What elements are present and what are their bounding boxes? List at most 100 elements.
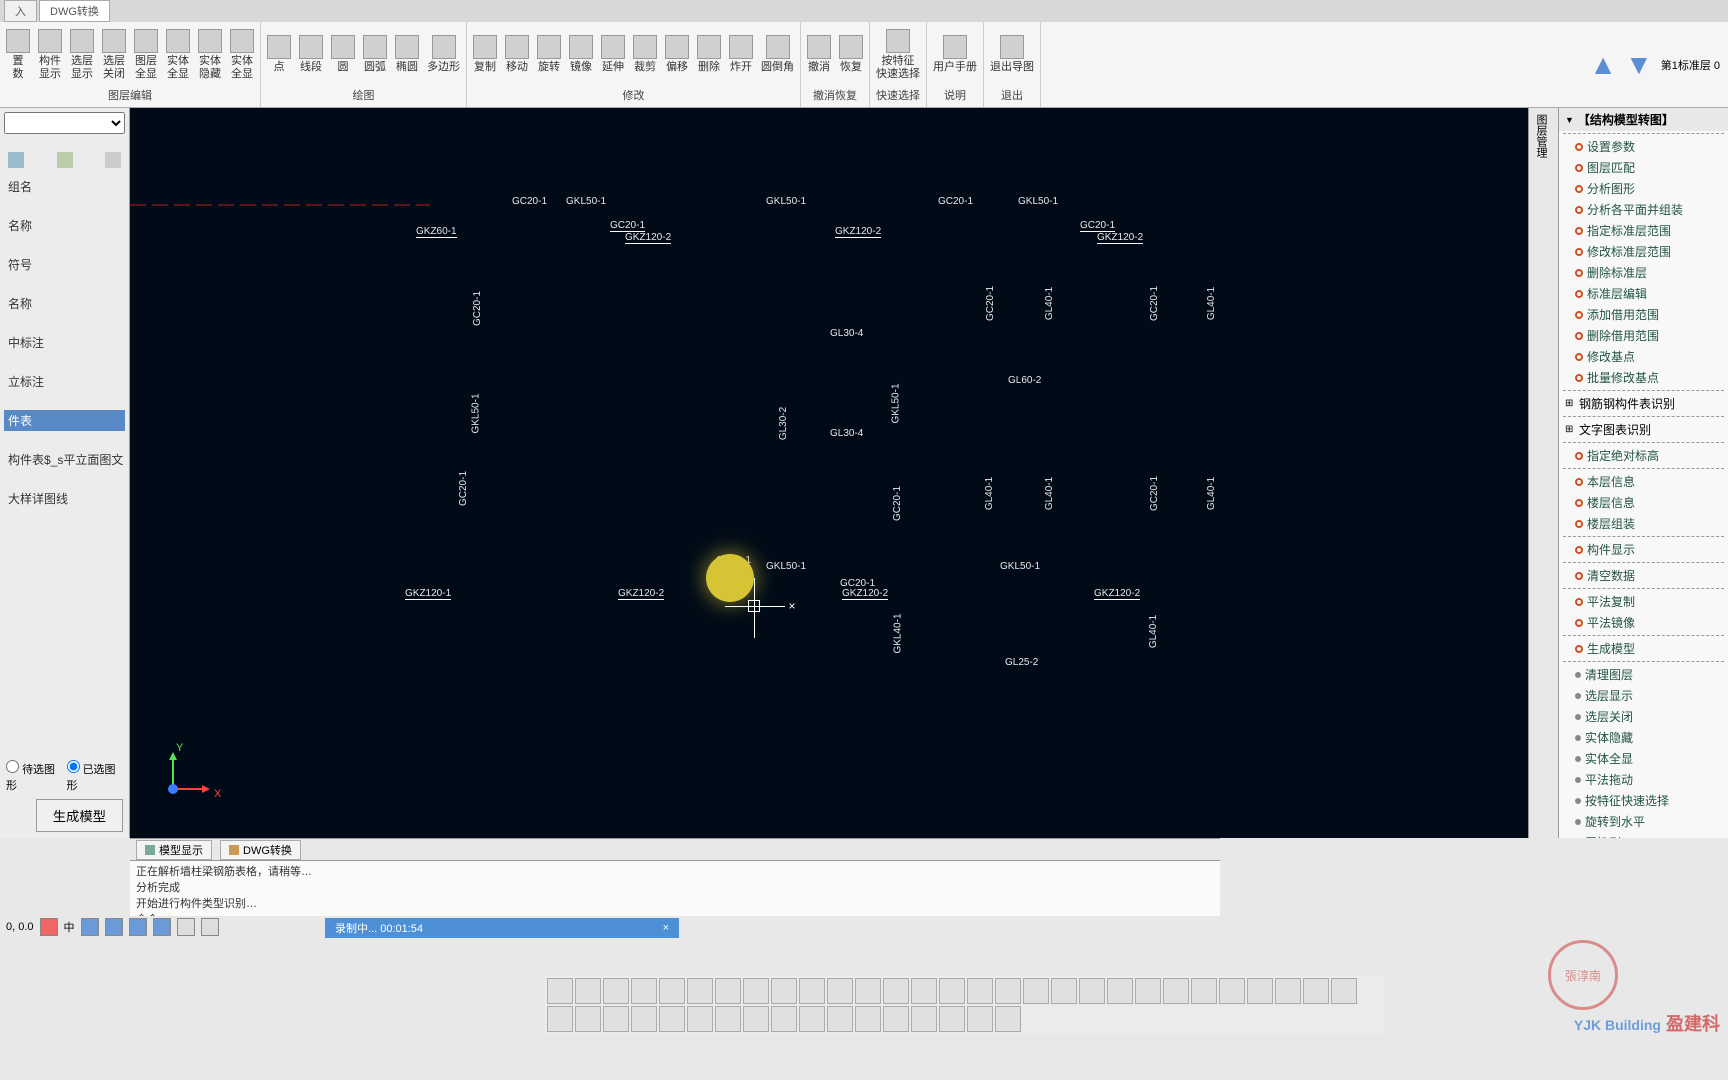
ribbon-图层全显[interactable]: 图层 全显: [132, 27, 160, 81]
action-图层匹配[interactable]: 图层匹配: [1559, 157, 1728, 178]
tool-icon-34[interactable]: [687, 1006, 713, 1032]
tool-icon-40[interactable]: [855, 1006, 881, 1032]
ime-icon[interactable]: [40, 918, 58, 936]
action-清理图层[interactable]: 清理图层: [1559, 664, 1728, 685]
status-mic-icon[interactable]: [81, 918, 99, 936]
ribbon-构件显示[interactable]: 构件 显示: [36, 27, 64, 81]
tree-item[interactable]: 构件表$_s平立面图文: [4, 449, 125, 470]
tool-icon-44[interactable]: [967, 1006, 993, 1032]
tool-icon-27[interactable]: [1303, 978, 1329, 1004]
tool-icon-4[interactable]: [659, 978, 685, 1004]
radio-selected[interactable]: 已选图形: [67, 760, 124, 793]
floor-indicator[interactable]: 第1标准层 0: [1661, 57, 1720, 73]
tool-icon-25[interactable]: [1247, 978, 1273, 1004]
tool-icon-17[interactable]: [1023, 978, 1049, 1004]
ribbon-圆[interactable]: 圆: [329, 33, 357, 75]
tab-dwg-view[interactable]: DWG转换: [220, 840, 301, 860]
action-平法拖动[interactable]: 平法拖动: [1559, 769, 1728, 790]
ribbon-选层关闭[interactable]: 选层 关闭: [100, 27, 128, 81]
tool-icon-30[interactable]: [575, 1006, 601, 1032]
ribbon-延伸[interactable]: 延伸: [599, 33, 627, 75]
tool-icon-18[interactable]: [1051, 978, 1077, 1004]
tree-item[interactable]: 大样详图线: [4, 488, 125, 509]
action-实体全显[interactable]: 实体全显: [1559, 748, 1728, 769]
ribbon-线段[interactable]: 线段: [297, 33, 325, 75]
action-生成模型[interactable]: 生成模型: [1559, 638, 1728, 659]
action-本层信息[interactable]: 本层信息: [1559, 471, 1728, 492]
action-分析图形[interactable]: 分析图形: [1559, 178, 1728, 199]
tool-icon-38[interactable]: [799, 1006, 825, 1032]
tool-icon-5[interactable]: [687, 978, 713, 1004]
status-polar-icon[interactable]: [201, 918, 219, 936]
action-旋转到水平[interactable]: 旋转到水平: [1559, 811, 1728, 832]
ribbon-圆倒角[interactable]: 圆倒角: [759, 33, 796, 75]
tool-icon-39[interactable]: [827, 1006, 853, 1032]
tree-item[interactable]: 组名: [4, 176, 125, 197]
tab-insert[interactable]: 入: [4, 0, 37, 22]
ribbon-镜像[interactable]: 镜像: [567, 33, 595, 75]
tool-icon-33[interactable]: [659, 1006, 685, 1032]
ribbon-裁剪[interactable]: 裁剪: [631, 33, 659, 75]
action-添加借用范围[interactable]: 添加借用范围: [1559, 304, 1728, 325]
status-grid-icon[interactable]: [105, 918, 123, 936]
action-修改标准层范围[interactable]: 修改标准层范围: [1559, 241, 1728, 262]
tool-icon-42[interactable]: [911, 1006, 937, 1032]
tool-icon-6[interactable]: [715, 978, 741, 1004]
tab-dwg-convert[interactable]: DWG转换: [39, 0, 110, 22]
ribbon-选层显示[interactable]: 选层 显示: [68, 27, 96, 81]
status-snap-icon[interactable]: [129, 918, 147, 936]
action-平法复制[interactable]: 平法复制: [1559, 591, 1728, 612]
ribbon-实体全显[interactable]: 实体 全显: [228, 27, 256, 81]
tool-icon-15[interactable]: [967, 978, 993, 1004]
tool-icon-29[interactable]: [547, 1006, 573, 1032]
ribbon-圆弧[interactable]: 圆弧: [361, 33, 389, 75]
tree-expand-rebar[interactable]: ⊞钢筋钢构件表识别: [1559, 393, 1728, 414]
action-指定标准层范围[interactable]: 指定标准层范围: [1559, 220, 1728, 241]
tool-icon-41[interactable]: [883, 1006, 909, 1032]
tool-icon-37[interactable]: [771, 1006, 797, 1032]
ribbon-复制[interactable]: 复制: [471, 33, 499, 75]
action-选层关闭[interactable]: 选层关闭: [1559, 706, 1728, 727]
action-指定绝对标高[interactable]: 指定绝对标高: [1559, 445, 1728, 466]
action-属性刷[interactable]: 属性刷: [1559, 832, 1728, 838]
tool-icon-21[interactable]: [1135, 978, 1161, 1004]
action-选层显示[interactable]: 选层显示: [1559, 685, 1728, 706]
tool-icon-13[interactable]: [911, 978, 937, 1004]
cad-canvas[interactable]: GC20-1 GKL50-1 GKL50-1 GC20-1 GKL50-1 GK…: [130, 108, 1528, 838]
tree-item[interactable]: 立标注: [4, 371, 125, 392]
action-修改基点[interactable]: 修改基点: [1559, 346, 1728, 367]
status-ortho-icon[interactable]: [177, 918, 195, 936]
props-icon[interactable]: [8, 152, 24, 168]
tool-icon-43[interactable]: [939, 1006, 965, 1032]
tool-icon-20[interactable]: [1107, 978, 1133, 1004]
tool-icon-23[interactable]: [1191, 978, 1217, 1004]
tool-icon-12[interactable]: [883, 978, 909, 1004]
ribbon-移动[interactable]: 移动: [503, 33, 531, 75]
tree-expand-text[interactable]: ⊞文字图表识别: [1559, 419, 1728, 440]
action-批量修改基点[interactable]: 批量修改基点: [1559, 367, 1728, 388]
tool-icon-22[interactable]: [1163, 978, 1189, 1004]
ribbon-炸开[interactable]: 炸开: [727, 33, 755, 75]
list-icon[interactable]: [57, 152, 73, 168]
ribbon-置数[interactable]: 置 数: [4, 27, 32, 81]
ribbon-用户手册[interactable]: 用户手册: [931, 33, 979, 75]
action-设置参数[interactable]: 设置参数: [1559, 136, 1728, 157]
action-实体隐藏[interactable]: 实体隐藏: [1559, 727, 1728, 748]
ribbon-退出导图[interactable]: 退出导图: [988, 33, 1036, 75]
ribbon-删除[interactable]: 删除: [695, 33, 723, 75]
tree-item[interactable]: 名称: [4, 293, 125, 314]
ribbon-恢复[interactable]: 恢复: [837, 33, 865, 75]
ribbon-实体全显[interactable]: 实体 全显: [164, 27, 192, 81]
tree-item[interactable]: 名称: [4, 215, 125, 236]
delete-icon[interactable]: [105, 152, 121, 168]
status-apps-icon[interactable]: [153, 918, 171, 936]
tool-icon-2[interactable]: [603, 978, 629, 1004]
tool-icon-19[interactable]: [1079, 978, 1105, 1004]
tool-icon-36[interactable]: [743, 1006, 769, 1032]
action-构件显示[interactable]: 构件显示: [1559, 539, 1728, 560]
tool-icon-31[interactable]: [603, 1006, 629, 1032]
action-平法镜像[interactable]: 平法镜像: [1559, 612, 1728, 633]
ribbon-撤消[interactable]: 撤消: [805, 33, 833, 75]
right-bar-label[interactable]: 图层管理: [1529, 108, 1553, 164]
tab-model-view[interactable]: 模型显示: [136, 840, 212, 860]
